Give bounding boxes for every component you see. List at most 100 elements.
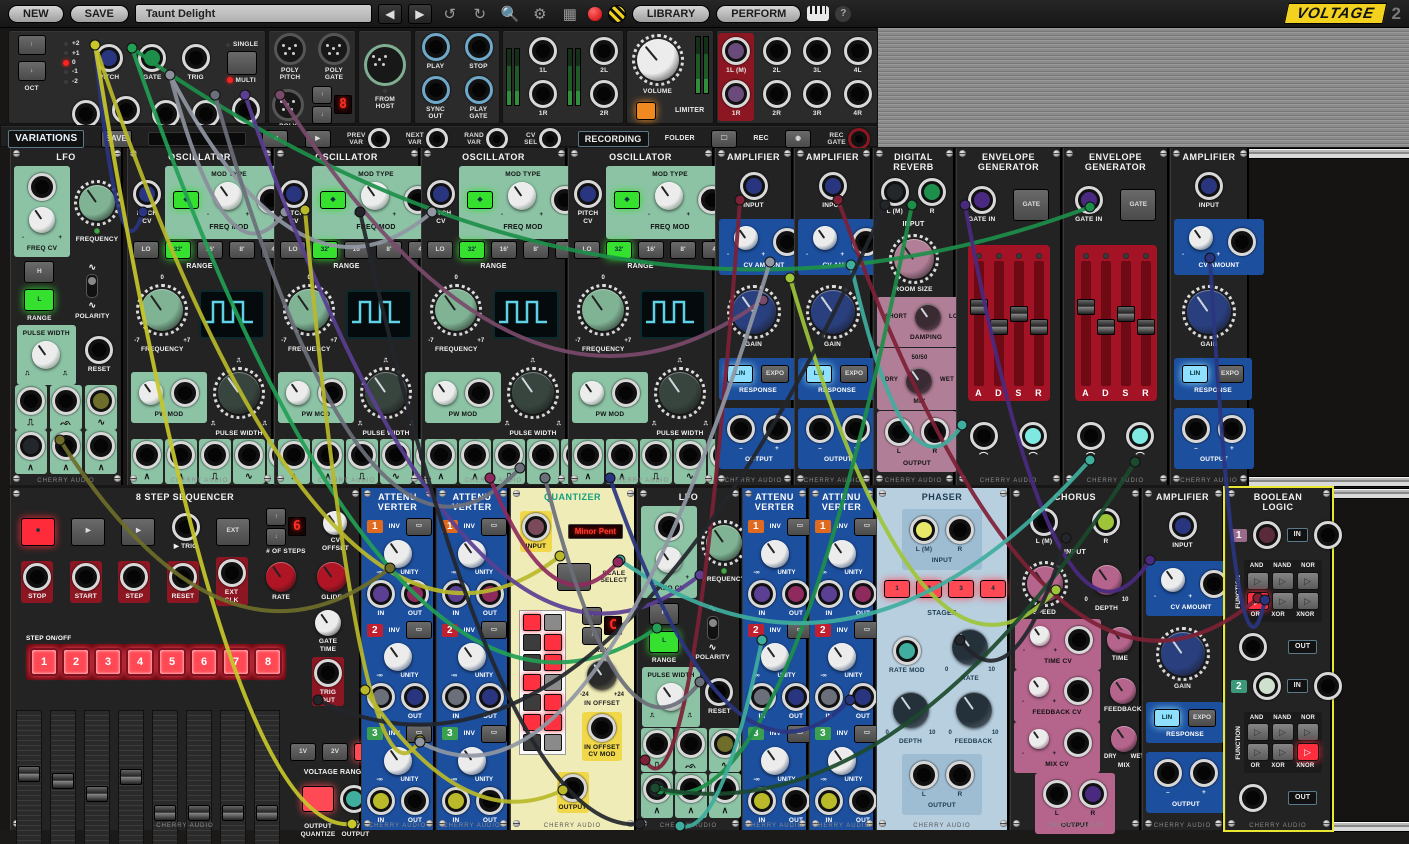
ctl-knob[interactable]: -+: [352, 180, 398, 220]
16-button[interactable]: 16': [195, 239, 225, 261]
octave-selector[interactable]: ↑↓OCT: [14, 31, 50, 94]
ctl-button[interactable]: ▭: [404, 619, 434, 641]
ctl-knob[interactable]: -+: [646, 180, 692, 220]
jack-jack[interactable]: [1251, 670, 1283, 702]
r-jack[interactable]: R: [1090, 506, 1122, 547]
play-gate-jack[interactable]: PLAY GATE: [463, 74, 495, 123]
white-key[interactable]: [544, 654, 562, 671]
cherry-audio-logo-icon[interactable]: [608, 5, 626, 23]
lin-button[interactable]: LIN: [725, 363, 755, 385]
in-jack[interactable]: IN: [746, 578, 778, 619]
jack-jack[interactable]: [1063, 624, 1095, 656]
rate-knob[interactable]: 010RATE: [943, 627, 997, 684]
record-icon[interactable]: [588, 7, 602, 21]
ctl-button[interactable]: ◀: [260, 128, 290, 150]
ctl-jack[interactable]: ⌒: [1124, 420, 1156, 464]
trig-out-jack[interactable]: TRIG OUT: [312, 657, 344, 706]
16-button[interactable]: 16': [489, 239, 519, 261]
ctl-jack[interactable]: ⎍: [346, 439, 378, 483]
input-jack[interactable]: INPUT: [1193, 170, 1225, 211]
1-button[interactable]: 1: [882, 578, 912, 600]
ctl-jack[interactable]: ∧: [606, 439, 638, 483]
black-key[interactable]: [523, 654, 541, 671]
adsr-slider-d[interactable]: D: [1101, 253, 1111, 398]
white-key[interactable]: [544, 674, 562, 691]
decrement-button[interactable]: ↓: [312, 106, 332, 124]
ctl-knob[interactable]: -∞UNITY: [819, 641, 865, 681]
ctl-knob[interactable]: [137, 379, 165, 407]
jack-jack[interactable]: [169, 377, 201, 409]
stop-jack[interactable]: STOP: [21, 561, 53, 602]
ctl-button[interactable]: ▶: [119, 516, 157, 548]
ctl-button[interactable]: ▶: [69, 516, 107, 548]
depth-knob[interactable]: 010DEPTH: [884, 690, 938, 747]
ctl-knob[interactable]: -+: [1180, 224, 1222, 260]
poly-pitch-din-jack[interactable]: POLY PITCH: [272, 31, 308, 84]
32-button[interactable]: 32': [457, 239, 487, 261]
ctl-jack[interactable]: ⌒: [1017, 420, 1049, 464]
ctl-jack[interactable]: ∿: [233, 439, 265, 483]
l-jack[interactable]: L: [908, 759, 940, 800]
ctl-button[interactable]: ▭: [479, 723, 509, 745]
black-key[interactable]: [523, 614, 541, 631]
step-on-off-buttons[interactable]: STEP ON/OFF12345678: [24, 633, 288, 682]
rate-mod-jack[interactable]: RATE MOD: [887, 635, 927, 676]
gate-button[interactable]: GATE: [1118, 187, 1158, 223]
white-key[interactable]: [544, 634, 562, 651]
32-button[interactable]: 32': [163, 239, 193, 261]
jack-jack[interactable]: [316, 377, 348, 409]
out-jack[interactable]: OUT: [780, 578, 812, 619]
jack-jack[interactable]: [1237, 782, 1269, 814]
jack-jack[interactable]: [1062, 675, 1094, 707]
from-host-din-jack[interactable]: FROM HOST: [362, 42, 408, 113]
ctl-button[interactable]: ↓: [16, 59, 48, 83]
out-jack[interactable]: OUT: [780, 785, 812, 826]
jack-jack[interactable]: [1237, 631, 1269, 663]
step-button-6[interactable]: 6: [190, 648, 218, 676]
lo-button[interactable]: LO: [425, 239, 455, 261]
pulse-width-knob[interactable]: ⎍⎍⎍PULSE WIDTH: [356, 356, 416, 439]
ctl-knob[interactable]: ⎍⎍: [23, 339, 69, 380]
ctl-jack[interactable]: +: [761, 413, 793, 454]
step-button-8[interactable]: 8: [254, 648, 282, 676]
ctl-knob[interactable]: [904, 366, 934, 396]
gate-and-button[interactable]: ▷: [1247, 723, 1269, 741]
l-m-jack[interactable]: L (M): [879, 176, 911, 217]
ctl-jack[interactable]: ⎍: [199, 439, 231, 483]
ctl-knob[interactable]: -∞UNITY: [449, 641, 495, 681]
range-buttons[interactable]: HLRANGE: [645, 599, 683, 666]
ctl-knob[interactable]: -∞UNITY: [449, 538, 495, 578]
prev-patch-button[interactable]: ◀: [378, 4, 402, 24]
1v-button[interactable]: 1V: [288, 741, 318, 763]
jack-jack[interactable]: [463, 377, 495, 409]
ctl-knob[interactable]: -∞UNITY: [752, 641, 798, 681]
polarity-switch[interactable]: ∿∿POLARITY: [73, 260, 111, 322]
expo-button[interactable]: EXPO: [759, 363, 791, 385]
gate-time-knob[interactable]: GATE TIME: [313, 608, 343, 655]
in-jack[interactable]: IN: [365, 578, 397, 619]
ctl-knob[interactable]: -∞UNITY: [819, 538, 865, 578]
button-button[interactable]: [634, 100, 658, 122]
ctl-button[interactable]: ▭: [479, 516, 509, 538]
trig-jack[interactable]: TRIG: [180, 42, 212, 83]
frequency-knob[interactable]: 0-7+7FREQUENCY: [426, 273, 486, 355]
input-jack[interactable]: INPUT: [1167, 510, 1199, 551]
ctl-jack[interactable]: –: [725, 413, 757, 454]
ctl-jack[interactable]: ∧: [85, 430, 117, 474]
ctl-jack[interactable]: ∧: [641, 773, 673, 817]
in-jack[interactable]: IN: [813, 578, 845, 619]
pitch-cv-jack[interactable]: PITCH CV: [425, 178, 457, 227]
out-jack[interactable]: OUT: [399, 578, 431, 619]
1l-jack[interactable]: 1L: [527, 35, 559, 76]
ctl-jack[interactable]: ⌒: [1075, 420, 1107, 464]
in-offset-cv-mod-jack[interactable]: IN OFFSET CV MOD: [582, 712, 622, 761]
l-button[interactable]: L: [647, 629, 681, 655]
gate-nor-button[interactable]: ▷: [1297, 723, 1319, 741]
pitch-cv-jack[interactable]: PITCH CV: [131, 178, 163, 227]
lin-button[interactable]: LIN: [804, 363, 834, 385]
gate-in-jack[interactable]: GATE IN: [1073, 184, 1105, 225]
gate-or-button[interactable]: ▷: [1247, 592, 1269, 610]
pulse-width-knob[interactable]: ⎍⎍⎍PULSE WIDTH: [209, 356, 269, 439]
ctl-knob[interactable]: ⎍⎍: [648, 681, 694, 722]
l-jack[interactable]: L: [883, 416, 915, 457]
